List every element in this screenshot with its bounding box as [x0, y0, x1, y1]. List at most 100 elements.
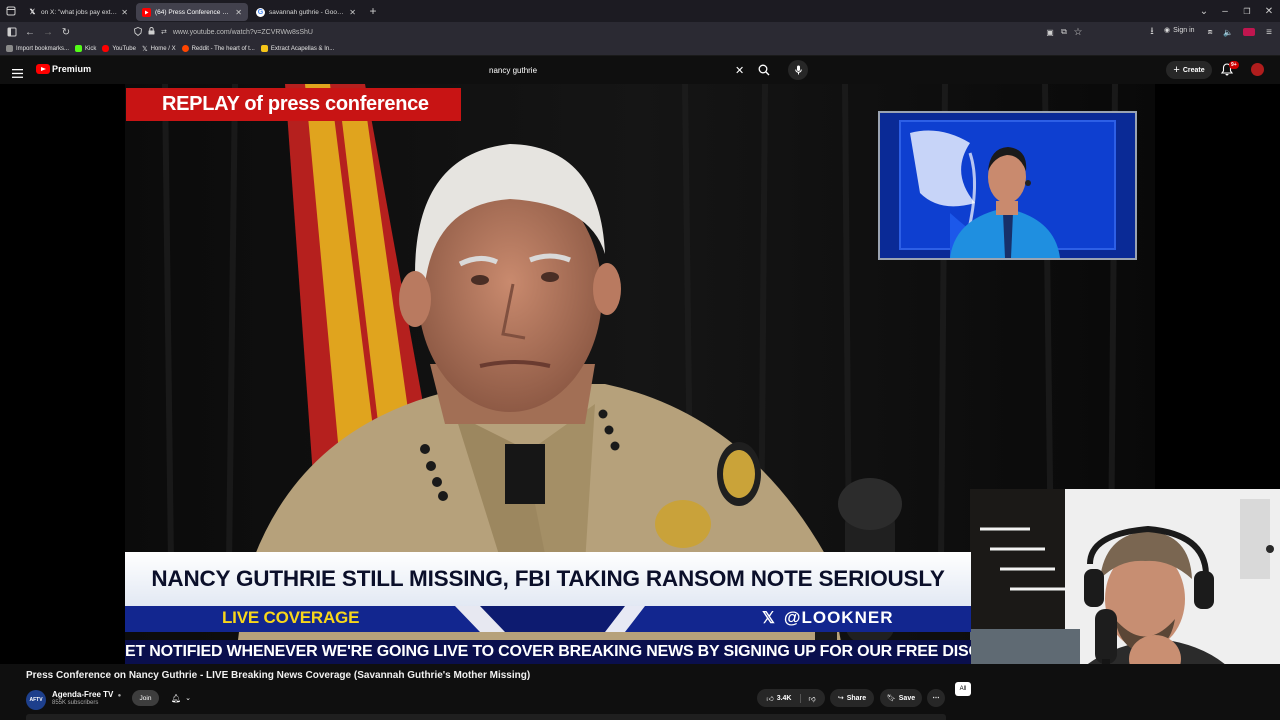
bookmark-youtube[interactable]: YouTube — [102, 45, 136, 52]
bookmark-label: Reddit - The heart of t... — [191, 45, 255, 52]
sidebar-toggle-icon[interactable] — [6, 26, 18, 38]
google-icon: G — [256, 7, 265, 17]
channel-name-text: Agenda-Free TV — [52, 690, 114, 699]
reload-icon[interactable]: ↻ — [60, 26, 72, 38]
bookmark-label: Home / X — [150, 45, 176, 52]
more-actions-button[interactable]: ⋯ — [927, 689, 945, 707]
bookmark-label: YouTube — [112, 45, 136, 52]
bookmark-star-icon[interactable]: ☆ — [1072, 26, 1084, 38]
tab-title: on X: "what jobs pay extren — [41, 8, 118, 16]
search-icon[interactable] — [758, 63, 770, 81]
tab-title: savannah guthrie - Google Sea — [269, 8, 346, 16]
kick-icon — [75, 45, 83, 52]
permissions-icon[interactable]: ⇄ — [161, 28, 167, 36]
bookmark-icon: 🔖︎ — [886, 695, 896, 702]
voice-search-icon[interactable] — [788, 60, 808, 80]
picture-in-picture-icon[interactable]: ⧉ — [1058, 26, 1070, 38]
browser-tab-x[interactable]: 𝕏 on X: "what jobs pay extren ✕ — [22, 3, 134, 21]
handle-text: @LOOKNER — [783, 608, 894, 627]
close-tab-icon[interactable]: ✕ — [235, 8, 242, 17]
share-icon: ↪ — [837, 695, 844, 702]
close-tab-icon[interactable]: ✕ — [121, 8, 128, 17]
forward-icon[interactable]: → — [42, 26, 54, 38]
reddit-icon — [181, 45, 189, 52]
search-value: nancy guthrie — [489, 65, 538, 75]
bookmarks-bar: Import bookmarks... Kick YouTube 𝕏 Home /… — [0, 42, 1280, 56]
bookmark-label: Import bookmarks... — [16, 45, 70, 52]
headline-lower-third: NANCY GUTHRIE STILL MISSING, FBI TAKING … — [125, 552, 971, 612]
thumbs-down-icon[interactable]: 👎︎ — [801, 694, 816, 703]
url-text: www.youtube.com/watch?v=ZCVRWw8sShU — [172, 28, 313, 36]
search-input[interactable]: nancy guthrie — [484, 58, 752, 82]
bookmark-import[interactable]: Import bookmarks... — [6, 45, 69, 52]
ticker-text: ET NOTIFIED WHENEVER WE'RE GOING LIVE TO… — [125, 643, 971, 660]
clear-search-icon[interactable]: ✕ — [735, 64, 744, 77]
account-icon: ◉ — [1164, 27, 1171, 34]
bookmark-kick[interactable]: Kick — [75, 45, 96, 52]
save-label: Save — [898, 694, 916, 702]
bookmark-reddit[interactable]: Reddit - The heart of t... — [181, 45, 255, 52]
browser-tab-google[interactable]: G savannah guthrie - Google Sea ✕ — [250, 3, 362, 21]
x-icon: 𝕏 — [141, 45, 148, 53]
x-icon: 𝕏 — [29, 9, 36, 16]
plus-icon: + — [1173, 64, 1180, 76]
subscriber-count: 855K subscribers — [52, 700, 99, 706]
notification-count-badge: 9+ — [1229, 61, 1239, 69]
lock-icon[interactable] — [148, 27, 155, 37]
bookmark-acapellas[interactable]: Extract Acapellas & In... — [260, 45, 335, 52]
new-tab-icon[interactable]: + — [364, 2, 382, 20]
restore-icon[interactable]: ❐ — [1236, 1, 1258, 21]
brand-text: Premium — [52, 64, 92, 74]
save-button[interactable]: 🔖︎ Save — [880, 689, 922, 707]
like-count: 3.4K — [776, 694, 792, 702]
extensions-icon[interactable]: ⧈ — [1204, 26, 1216, 38]
channel-name[interactable]: Agenda-Free TV ● — [52, 690, 121, 699]
import-icon — [6, 45, 13, 52]
volume-icon[interactable]: 🔈 — [1222, 26, 1234, 38]
anchor-inset-video — [878, 111, 1137, 260]
bookmark-label: Extract Acapellas & In... — [270, 45, 335, 52]
youtube-premium-logo[interactable]: Premium — [36, 64, 91, 74]
account-sign-in[interactable]: ◉ Sign in — [1164, 26, 1195, 35]
tab-overview-icon[interactable] — [0, 0, 22, 22]
list-all-tabs-icon[interactable]: ⌄ — [1194, 1, 1214, 21]
share-button[interactable]: ↪ Share — [830, 689, 874, 707]
menu-icon[interactable]: ≡ — [1263, 26, 1275, 38]
chip-all[interactable]: All — [955, 682, 971, 696]
browser-tab-youtube[interactable]: (64) Press Conference on Nanc ✕ — [136, 3, 248, 21]
bookmark-label: Kick — [85, 45, 97, 52]
minimize-icon[interactable]: – — [1214, 1, 1236, 21]
sign-in-label: Sign in — [1173, 26, 1195, 34]
headline-text: NANCY GUTHRIE STILL MISSING, FBI TAKING … — [151, 566, 945, 591]
folder-icon — [260, 45, 268, 52]
address-bar[interactable]: ⇄ www.youtube.com/watch?v=ZCVRWw8sShU — [134, 24, 1089, 40]
create-button[interactable]: + Create — [1166, 61, 1212, 79]
youtube-icon — [102, 45, 110, 52]
like-dislike-group: 👍︎ 3.4K 👎︎ — [757, 689, 825, 707]
live-coverage-label: LIVE COVERAGE — [222, 608, 360, 627]
bell-icon: 🔔︎ — [170, 693, 182, 703]
guide-menu-icon[interactable] — [12, 65, 24, 78]
like-button[interactable]: 👍︎ 3.4K — [766, 693, 801, 703]
verified-icon: ● — [117, 693, 122, 699]
video-title: Press Conference on Nancy Guthrie - LIVE… — [26, 670, 531, 681]
tab-title: (64) Press Conference on Nanc — [155, 8, 231, 16]
channel-avatar[interactable]: AFTV — [26, 690, 46, 710]
more-horizontal-icon: ⋯ — [932, 695, 940, 702]
extension-badge-icon[interactable] — [1243, 28, 1255, 36]
downloads-icon[interactable]: ⭳ — [1146, 26, 1158, 38]
youtube-icon — [142, 7, 151, 17]
back-icon[interactable]: ← — [24, 26, 36, 38]
chevron-down-icon: ⌄ — [185, 695, 192, 702]
bookmark-x[interactable]: 𝕏 Home / X — [142, 45, 176, 53]
tracking-protection-icon[interactable] — [134, 26, 142, 38]
streamer-webcam — [970, 489, 1280, 664]
channel-avatar-text: AFTV — [29, 697, 43, 703]
reader-view-icon[interactable]: ▣ — [1044, 26, 1056, 38]
join-button[interactable]: Join — [132, 690, 159, 706]
window-close-icon[interactable]: ✕ — [1258, 1, 1280, 21]
close-tab-icon[interactable]: ✕ — [349, 8, 356, 17]
avatar[interactable] — [1251, 63, 1264, 76]
notification-bell-dropdown[interactable]: 🔔︎ ⌄ — [166, 690, 196, 706]
news-ticker: ET NOTIFIED WHENEVER WE'RE GOING LIVE TO… — [125, 640, 971, 664]
